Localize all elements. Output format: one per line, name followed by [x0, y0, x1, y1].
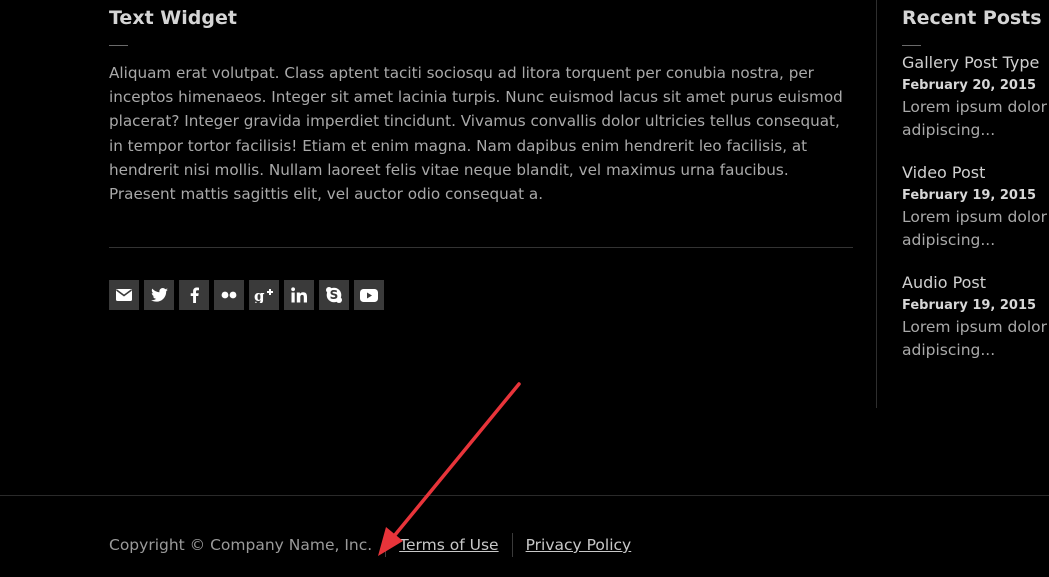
post-title-link[interactable]: Gallery Post Type — [902, 53, 1047, 73]
google-plus-button[interactable]: g — [249, 280, 279, 310]
title-underline — [109, 45, 128, 46]
post-title-link[interactable]: Audio Post — [902, 273, 1047, 293]
flickr-button[interactable] — [214, 280, 244, 310]
youtube-icon — [360, 288, 378, 302]
text-widget-body: Aliquam erat volutpat. Class aptent taci… — [109, 64, 843, 204]
post-date: February 20, 2015 — [902, 78, 1037, 93]
page: Text Widget Aliquam erat volutpat. Class… — [0, 0, 1049, 577]
post-title-link[interactable]: Video Post — [902, 163, 1047, 183]
title-underline — [902, 45, 921, 46]
social-links: g S — [109, 280, 384, 310]
twitter-icon — [150, 288, 168, 302]
flickr-icon — [221, 291, 237, 299]
linkedin-icon — [291, 287, 307, 303]
footer-separator — [385, 533, 387, 557]
post-excerpt-line: Lorem ipsum dolor — [902, 208, 1047, 226]
post-date: February 19, 2015 — [902, 298, 1037, 313]
youtube-button[interactable] — [354, 280, 384, 310]
recent-post: Video Post February 19, 2015 Lorem ipsum… — [902, 163, 1047, 252]
sidebar-separator — [876, 0, 877, 408]
twitter-button[interactable] — [144, 280, 174, 310]
recent-post: Audio Post February 19, 2015 Lorem ipsum… — [902, 273, 1047, 362]
post-excerpt-line: adipiscing... — [902, 231, 996, 249]
text-widget-title: Text Widget — [109, 7, 237, 29]
facebook-button[interactable] — [179, 280, 209, 310]
copyright-text: Copyright © Company Name, Inc. — [109, 536, 373, 554]
skype-button[interactable]: S — [319, 280, 349, 310]
skype-icon: S — [326, 287, 342, 303]
linkedin-button[interactable] — [284, 280, 314, 310]
terms-of-use-link[interactable]: Terms of Use — [399, 536, 498, 554]
recent-post: Gallery Post Type February 20, 2015 Lore… — [902, 53, 1047, 142]
text-widget: Text Widget Aliquam erat volutpat. Class… — [109, 6, 853, 206]
footer-divider — [0, 495, 1049, 496]
post-excerpt-line: Lorem ipsum dolor — [902, 318, 1047, 336]
email-button[interactable] — [109, 280, 139, 310]
post-excerpt-line: Lorem ipsum dolor — [902, 98, 1047, 116]
facebook-icon — [190, 287, 199, 303]
recent-posts-widget: Recent Posts Gallery Post Type February … — [902, 6, 1049, 359]
footer-separator — [511, 533, 513, 557]
svg-text:S: S — [330, 288, 339, 302]
email-icon — [116, 289, 132, 301]
post-excerpt-line: adipiscing... — [902, 121, 996, 139]
privacy-policy-link[interactable]: Privacy Policy — [526, 536, 632, 554]
post-date: February 19, 2015 — [902, 188, 1037, 203]
post-excerpt-line: adipiscing... — [902, 341, 996, 359]
recent-posts-title: Recent Posts — [902, 7, 1042, 29]
google-plus-icon: g — [254, 287, 273, 303]
footer: Copyright © Company Name, Inc. Terms of … — [109, 533, 631, 557]
content-divider — [109, 247, 853, 248]
svg-text:g: g — [254, 287, 265, 303]
